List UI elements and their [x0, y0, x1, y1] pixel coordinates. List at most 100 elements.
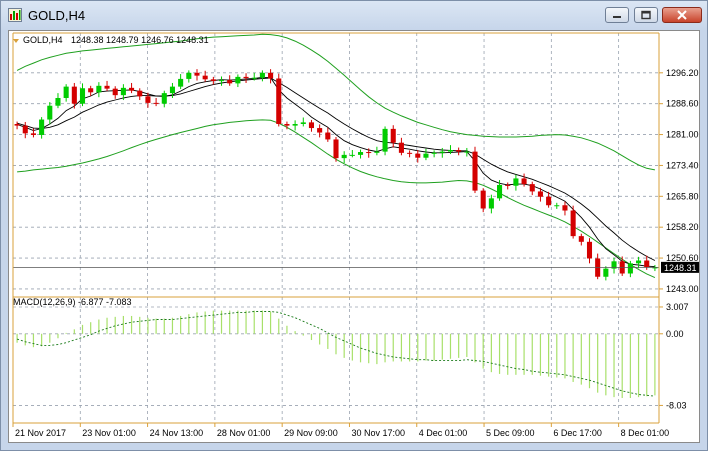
candle [145, 92, 151, 108]
candle [554, 202, 560, 209]
moving-averages [16, 76, 656, 268]
candle [243, 73, 249, 83]
candle-body [137, 90, 143, 97]
candle-body [47, 105, 53, 120]
time-tick-label: 21 Nov 2017 [15, 428, 66, 438]
time-tick-label: 8 Dec 01:00 [621, 428, 670, 438]
price-header: GOLD,H4 1248.38 1248.79 1246.76 1248.31 [13, 35, 209, 45]
time-tick-label: 24 Nov 13:00 [150, 428, 204, 438]
price-tick-label: 1296.20 [666, 68, 699, 78]
candles [13, 69, 659, 281]
candle-body [243, 76, 249, 79]
price-tick-label: 1281.00 [666, 130, 699, 140]
candle-body [88, 88, 94, 93]
candle-body [284, 124, 290, 126]
macd-indicator [16, 310, 656, 399]
candle-body [349, 154, 355, 156]
ma-slow-line [16, 77, 656, 261]
chart-window-icon [8, 8, 22, 22]
maximize-icon [641, 10, 651, 20]
candle-body [79, 88, 86, 104]
candle-body [178, 78, 184, 87]
candle-body [480, 190, 486, 209]
candle-body [505, 184, 511, 186]
candle [47, 102, 53, 125]
candle [235, 74, 241, 88]
candle [472, 146, 478, 194]
time-tick-label: 30 Nov 17:00 [351, 428, 405, 438]
time-tick-label: 28 Nov 01:00 [217, 428, 271, 438]
candle [14, 121, 20, 130]
candle-body [30, 133, 36, 135]
chart-canvas[interactable]: 1296.20 1288.60 1281.00 1273.40 1265.80 1258.… [9, 31, 699, 442]
candle [529, 181, 535, 196]
time-tick-label: 29 Nov 09:00 [284, 428, 338, 438]
candle-body [554, 205, 560, 207]
price-tick-label: 1258.20 [666, 222, 699, 232]
candle-body [268, 72, 274, 79]
time-tick-label: 6 Dec 17:00 [553, 428, 602, 438]
candle-body [627, 263, 633, 274]
candle [79, 83, 86, 107]
candle-body [325, 132, 331, 140]
maximize-button[interactable] [634, 7, 658, 23]
candle [497, 180, 503, 201]
candle-body [129, 87, 135, 91]
minimize-button[interactable] [605, 7, 629, 23]
collapse-triangle-icon[interactable] [13, 39, 19, 43]
candle [603, 266, 609, 281]
candle-body [202, 75, 208, 80]
candle-body [71, 86, 77, 104]
candle-body [227, 80, 233, 84]
candle [55, 93, 61, 109]
price-header-ohlc: 1248.38 1248.79 1246.76 1248.31 [71, 35, 209, 45]
macd-tick-label: -8.03 [666, 400, 687, 410]
macd-tick-label: 3.007 [666, 302, 689, 312]
candle [129, 82, 135, 94]
candle-body [570, 210, 576, 237]
candle [63, 84, 69, 102]
candle [456, 147, 462, 156]
candle [104, 80, 110, 92]
title-bar[interactable]: GOLD,H4 [1, 1, 707, 29]
price-tick-label: 1243.00 [666, 284, 699, 294]
candle-body [398, 142, 404, 153]
candle [276, 73, 282, 127]
candle-body [39, 119, 45, 135]
candle [153, 98, 159, 107]
price-tick-label: 1288.60 [666, 99, 699, 109]
candle-body [300, 122, 306, 124]
candle-body [169, 86, 175, 94]
candle [423, 148, 429, 161]
candle-body [22, 125, 28, 134]
time-tick-label: 23 Nov 01:00 [82, 428, 136, 438]
candle-body [578, 236, 584, 242]
candle-body [562, 205, 568, 211]
candle-body [317, 128, 323, 133]
chart-window: GOLD,H4 1296.20 1288.60 1281.00 1273.40 1265… [0, 0, 708, 451]
candle-body [497, 184, 503, 199]
candle [578, 233, 584, 246]
candle-body [488, 198, 494, 209]
candle [570, 205, 576, 239]
candle-body [55, 98, 61, 106]
candle-body [14, 124, 20, 126]
candle [505, 182, 511, 190]
candle [390, 125, 396, 148]
candle [595, 253, 601, 280]
candle-body [63, 86, 69, 98]
candle [407, 150, 413, 158]
candle-body [251, 77, 257, 79]
candle-body [153, 102, 159, 104]
candle [317, 124, 323, 138]
candle-body [341, 154, 347, 159]
candle-body [382, 128, 388, 152]
chart-area[interactable]: 1296.20 1288.60 1281.00 1273.40 1265.80 1258.… [8, 30, 700, 443]
minimize-icon [613, 16, 621, 18]
close-button[interactable] [662, 7, 702, 23]
candle-body [431, 152, 437, 154]
candle [636, 256, 642, 269]
candle-body [546, 196, 552, 206]
candle-body [292, 124, 298, 126]
candle [325, 127, 331, 142]
